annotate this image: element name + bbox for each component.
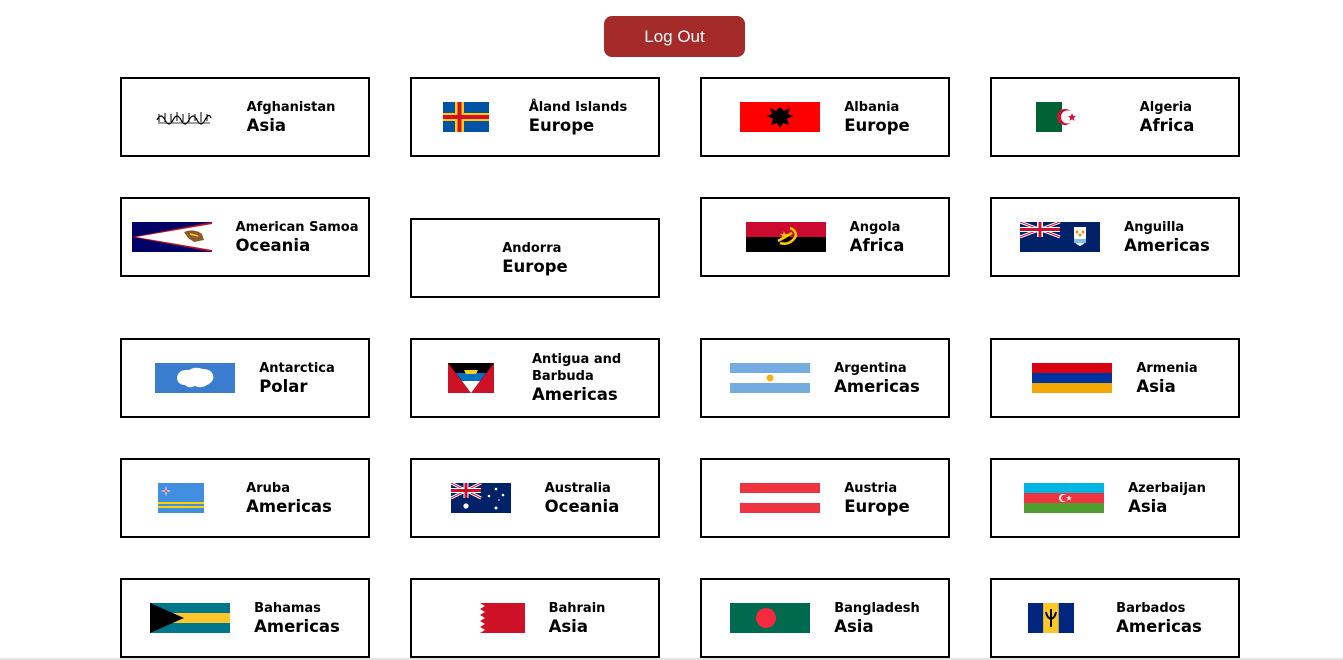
country-region: Americas xyxy=(834,376,920,396)
aland-islands-flag-icon xyxy=(442,102,489,132)
country-region: Americas xyxy=(532,385,618,404)
armenia-flag-icon xyxy=(1032,363,1113,393)
country-card-angola[interactable]: Angola Africa xyxy=(700,197,950,277)
country-card-australia[interactable]: Australia Oceania xyxy=(410,458,660,538)
country-region: Europe xyxy=(502,256,568,276)
country-name: Algeria xyxy=(1139,99,1192,115)
country-name: Bangladesh xyxy=(834,600,920,616)
country-card-aruba[interactable]: Aruba Americas xyxy=(120,458,370,538)
country-card-barbados[interactable]: Barbados Americas xyxy=(990,578,1240,658)
antigua-and-barbuda-flag-icon xyxy=(448,363,494,393)
country-region: Africa xyxy=(849,235,905,255)
country-card-albania[interactable]: Albania Europe xyxy=(700,77,950,157)
bahrain-flag-icon xyxy=(464,603,525,633)
country-name: Albania xyxy=(844,99,900,115)
barbados-flag-icon xyxy=(1028,603,1075,633)
bangladesh-flag-icon xyxy=(730,603,811,633)
country-name: Åland Islands xyxy=(528,99,628,115)
country-card-antarctica[interactable]: Antarctica Polar xyxy=(120,338,370,418)
country-name: Armenia xyxy=(1136,360,1198,376)
country-region: Asia xyxy=(246,115,287,135)
country-card-andorra[interactable]: Andorra Europe xyxy=(410,218,660,298)
country-name: Bahamas xyxy=(254,600,321,616)
country-card-algeria[interactable]: Algeria Africa xyxy=(990,77,1240,157)
country-region: Africa xyxy=(1139,115,1195,135)
country-region: Americas xyxy=(254,616,340,636)
country-region: Europe xyxy=(528,115,595,135)
country-name: Anguilla xyxy=(1124,219,1185,235)
anguilla-flag-icon xyxy=(1020,222,1101,252)
country-region: Europe xyxy=(844,496,910,516)
country-region: Oceania xyxy=(235,235,311,255)
country-card-american-samoa[interactable]: American Samoa Oceania xyxy=(120,197,370,277)
country-name: Antigua and Barbuda xyxy=(532,352,622,384)
country-name: Australia xyxy=(544,480,611,496)
afghanistan-flag-icon xyxy=(155,108,213,126)
country-card-argentina[interactable]: Argentina Americas xyxy=(700,338,950,418)
logout-button[interactable]: Log Out xyxy=(604,16,745,57)
country-region: Polar xyxy=(259,376,308,396)
albania-flag-icon xyxy=(740,102,821,132)
country-region: Americas xyxy=(1124,235,1210,255)
country-region: Asia xyxy=(1136,376,1176,396)
country-card-bangladesh[interactable]: Bangladesh Asia xyxy=(700,578,950,658)
country-card-anguilla[interactable]: Anguilla Americas xyxy=(990,197,1240,277)
country-card-bahamas[interactable]: Bahamas Americas xyxy=(120,578,370,658)
austria-flag-icon xyxy=(740,483,821,513)
country-name: Andorra xyxy=(502,240,562,256)
country-name: Azerbaijan xyxy=(1128,480,1206,496)
country-region: Americas xyxy=(1116,616,1202,636)
australia-flag-icon xyxy=(450,483,511,513)
country-region: Asia xyxy=(834,616,874,636)
country-card-afghanistan[interactable]: Afghanistan Asia xyxy=(120,77,370,157)
country-region: Asia xyxy=(1128,496,1168,516)
country-name: Antarctica xyxy=(259,360,335,376)
country-name: Afghanistan xyxy=(246,99,336,115)
country-card-austria[interactable]: Austria Europe xyxy=(700,458,950,538)
country-name: Aruba xyxy=(246,480,290,496)
country-region: Europe xyxy=(844,115,910,135)
country-card-armenia[interactable]: Armenia Asia xyxy=(990,338,1240,418)
country-name: Bahrain xyxy=(548,600,606,616)
country-name: Barbados xyxy=(1116,600,1186,616)
algeria-flag-icon xyxy=(1035,102,1088,132)
country-region: Asia xyxy=(548,616,588,636)
angola-flag-icon xyxy=(745,222,826,252)
country-name: Austria xyxy=(844,480,898,496)
country-card-aland-islands[interactable]: Åland Islands Europe xyxy=(410,77,660,157)
argentina-flag-icon xyxy=(730,363,811,393)
bahamas-flag-icon xyxy=(150,603,231,633)
country-name: American Samoa xyxy=(235,219,359,235)
country-card-azerbaijan[interactable]: Azerbaijan Asia xyxy=(990,458,1240,538)
country-name: Angola xyxy=(849,219,901,235)
country-region: Oceania xyxy=(544,496,620,516)
azerbaijan-flag-icon xyxy=(1024,483,1105,513)
country-card-antigua-and-barbuda[interactable]: Antigua and Barbuda Americas xyxy=(410,338,660,418)
country-card-bahrain[interactable]: Bahrain Asia xyxy=(410,578,660,658)
american-samoa-flag-icon xyxy=(131,222,212,252)
country-name: Argentina xyxy=(834,360,907,376)
aruba-flag-icon xyxy=(158,483,205,513)
antarctica-flag-icon xyxy=(155,363,236,393)
country-region: Americas xyxy=(246,496,332,516)
